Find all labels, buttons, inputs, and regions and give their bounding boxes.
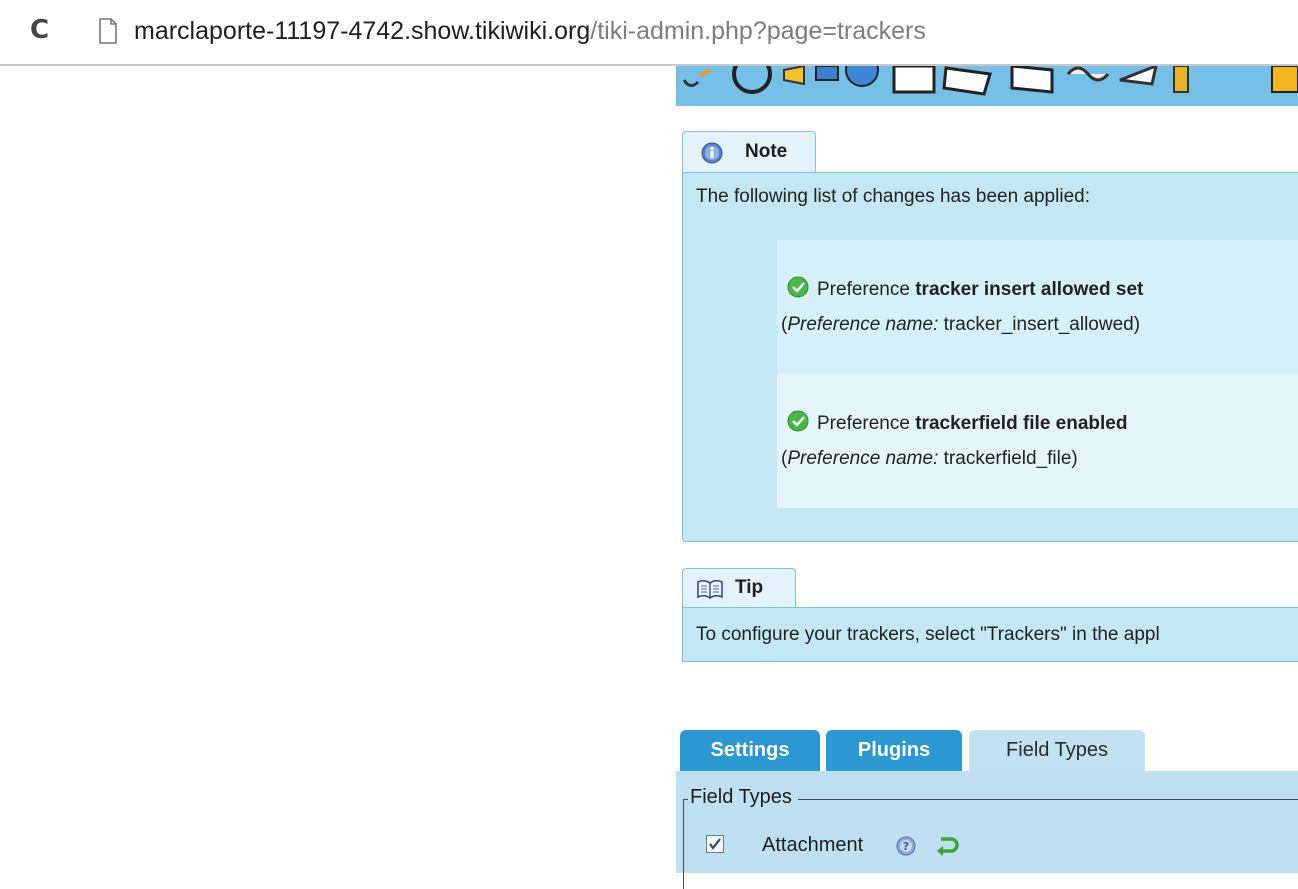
help-icon[interactable]: ? (896, 836, 916, 856)
tip-title: Tip (735, 577, 764, 598)
svg-text:?: ? (903, 840, 909, 853)
reload-icon[interactable]: C (30, 16, 56, 44)
url-field[interactable]: marclaporte-11197-4742.show.tikiwiki.org… (134, 14, 926, 48)
change-item: Preference trackerfield file enabled (Pr… (777, 374, 1298, 508)
preference-name-label: Preference name: (787, 448, 939, 469)
tip-header-tab: Tip (682, 568, 796, 608)
note-header-tab: Note (682, 131, 816, 173)
change-meta: (Preference name: trackerfield_file) (781, 448, 1078, 469)
admin-icons-strip (682, 66, 1298, 96)
preference-title: tracker insert allowed set (915, 279, 1144, 300)
field-types-legend: Field Types (688, 786, 798, 809)
note-title: Note (745, 141, 788, 162)
reset-icon[interactable] (935, 834, 959, 856)
change-prefix: Preference (817, 279, 910, 300)
tab-field-types[interactable]: Field Types (969, 730, 1145, 772)
preference-name-label: Preference name: (787, 314, 939, 335)
url-host: marclaporte-11197-4742.show.tikiwiki.org (134, 17, 591, 45)
book-icon (697, 579, 723, 599)
info-icon (701, 142, 723, 164)
tip-text: To configure your trackers, select "Trac… (696, 624, 1160, 645)
page-icon (99, 18, 117, 44)
tab-plugins[interactable]: Plugins (826, 730, 962, 772)
checkmark-icon (709, 838, 721, 850)
url-path: /tiki-admin.php?page=trackers (590, 17, 926, 45)
tab-settings[interactable]: Settings (680, 730, 820, 772)
note-intro-text: The following list of changes has been a… (696, 186, 1090, 207)
success-check-icon (787, 276, 809, 298)
preference-title: trackerfield file enabled (915, 413, 1128, 434)
change-summary: Preference trackerfield file enabled (787, 410, 1127, 435)
change-meta: (Preference name: tracker_insert_allowed… (781, 314, 1141, 335)
change-item: Preference tracker insert allowed set (P… (777, 240, 1298, 374)
preference-name-value: tracker_insert_allowed (943, 314, 1134, 335)
attachment-label: Attachment (762, 834, 864, 856)
admin-icon-banner (676, 66, 1298, 106)
change-prefix: Preference (817, 413, 910, 434)
success-check-icon (787, 410, 809, 432)
preference-name-value: trackerfield_file (943, 448, 1072, 469)
attachment-checkbox[interactable] (706, 835, 724, 853)
browser-address-bar: C marclaporte-11197-4742.show.tikiwiki.o… (0, 0, 1298, 66)
change-summary: Preference tracker insert allowed set (787, 276, 1143, 301)
